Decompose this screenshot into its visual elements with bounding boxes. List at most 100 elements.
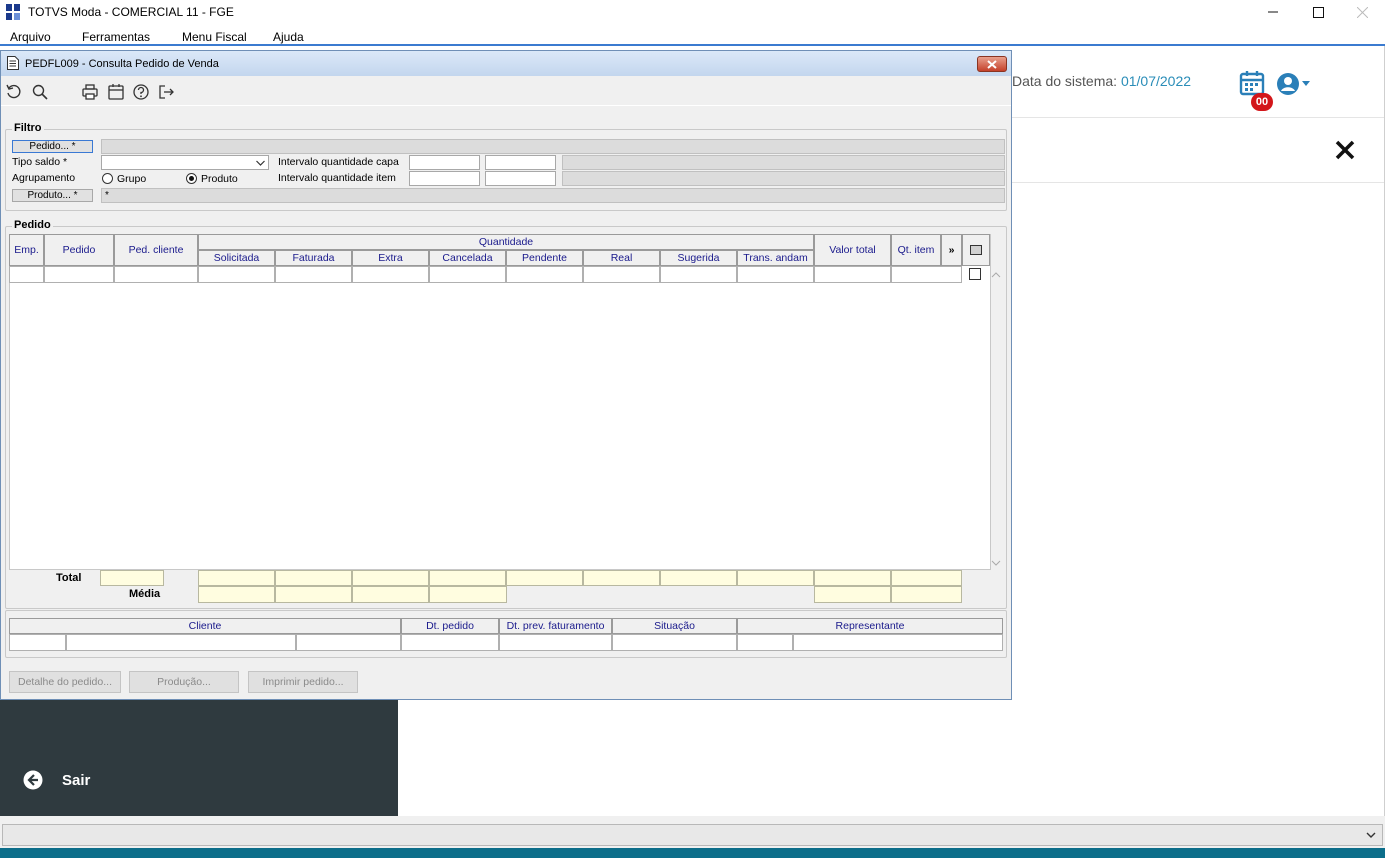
table-cell[interactable] [114, 266, 198, 283]
col-real[interactable]: Real [583, 250, 660, 266]
chevron-down-icon[interactable] [1302, 81, 1310, 86]
total-pendente [506, 570, 583, 586]
menu-ferramentas[interactable]: Ferramentas [82, 30, 150, 44]
close-panel-icon[interactable] [1333, 138, 1357, 162]
table-cell[interactable] [275, 266, 352, 283]
print-icon[interactable] [81, 83, 99, 101]
intervalo-item-max-input[interactable] [485, 171, 556, 186]
refresh-icon[interactable] [5, 83, 23, 101]
col-situacao: Situação [612, 618, 737, 634]
table-cell[interactable] [583, 266, 660, 283]
table-cell[interactable] [429, 266, 506, 283]
minimize-icon [1268, 11, 1278, 13]
total-trans-andam [737, 570, 814, 586]
radio-grupo[interactable] [102, 173, 113, 184]
menu-arquivo[interactable]: Arquivo [10, 30, 51, 44]
dialog-title: PEDFL009 - Consulta Pedido de Venda [25, 58, 219, 70]
col-trans-andam[interactable]: Trans. andam [737, 250, 814, 266]
exit-icon[interactable] [157, 83, 175, 101]
intervalo-capa-max-input[interactable] [485, 155, 556, 170]
menu-ajuda[interactable]: Ajuda [273, 30, 304, 44]
radio-produto-label[interactable]: Produto [201, 173, 238, 185]
sair-button[interactable]: Sair [62, 772, 90, 789]
select-all-header[interactable] [962, 234, 990, 266]
intervalo-item-label: Intervalo quantidade item [278, 172, 396, 184]
table-cell[interactable] [506, 266, 583, 283]
total-label: Total [56, 572, 82, 584]
system-date-label: Data do sistema: [1012, 73, 1118, 89]
col-ped-cliente[interactable]: Ped. cliente [114, 234, 198, 266]
col-valor-total[interactable]: Valor total [814, 234, 891, 266]
close-window-button[interactable] [1339, 0, 1385, 24]
col-solicitada[interactable]: Solicitada [198, 250, 275, 266]
arrow-left-circle-icon[interactable] [23, 770, 43, 790]
pedido-title: Pedido [12, 219, 53, 231]
media-qt-item [891, 586, 962, 603]
col-emp[interactable]: Emp. [9, 234, 44, 266]
bottom-combo[interactable] [2, 824, 1383, 846]
table-cell[interactable] [9, 266, 44, 283]
menu-fiscal[interactable]: Menu Fiscal [182, 30, 247, 44]
row-checkbox[interactable] [969, 268, 981, 280]
intervalo-capa-min-input[interactable] [409, 155, 480, 170]
total-real [583, 570, 660, 586]
table-cell[interactable] [352, 266, 429, 283]
media-label: Média [129, 588, 161, 600]
radio-produto[interactable] [186, 173, 197, 184]
more-columns-button[interactable]: » [941, 234, 962, 266]
dialog-close-button[interactable] [977, 56, 1007, 72]
producao-button[interactable]: Produção... [129, 671, 239, 693]
pedido-field[interactable] [101, 139, 1005, 154]
media-solicitada [198, 586, 275, 603]
scroll-up-icon[interactable] [991, 271, 1001, 279]
representante-code [737, 634, 793, 651]
chevron-down-icon [1366, 832, 1376, 838]
table-cell[interactable] [44, 266, 114, 283]
col-dt-prev-faturamento: Dt. prev. faturamento [499, 618, 612, 634]
col-pedido[interactable]: Pedido [44, 234, 114, 266]
produto-lookup-button[interactable]: Produto... * [12, 189, 93, 202]
col-qt-item[interactable]: Qt. item [891, 234, 941, 266]
scroll-down-icon[interactable] [991, 559, 1001, 567]
detalhe-pedido-button[interactable]: Detalhe do pedido... [9, 671, 121, 693]
filtro-title: Filtro [12, 122, 44, 134]
radio-grupo-label[interactable]: Grupo [117, 173, 146, 185]
pedido-lookup-button[interactable]: Pedido... * [12, 140, 93, 153]
intervalo-item-desc [562, 171, 1005, 186]
tipo-saldo-select[interactable] [101, 155, 269, 170]
total-valor [814, 570, 891, 586]
pedido-grid[interactable] [9, 234, 991, 570]
col-sugerida[interactable]: Sugerida [660, 250, 737, 266]
col-extra[interactable]: Extra [352, 250, 429, 266]
col-representante: Representante [737, 618, 1003, 634]
background-divider [1012, 182, 1385, 183]
col-faturada[interactable]: Faturada [275, 250, 352, 266]
produto-field[interactable]: * [101, 188, 1005, 203]
help-icon[interactable] [132, 83, 150, 101]
user-avatar-icon[interactable] [1276, 72, 1300, 96]
table-cell[interactable] [198, 266, 275, 283]
total-solicitada [198, 570, 275, 586]
table-cell[interactable] [737, 266, 814, 283]
close-icon [987, 59, 997, 69]
table-cell[interactable] [814, 266, 891, 283]
app-logo-icon [6, 4, 20, 20]
cliente-extra [296, 634, 401, 651]
search-icon[interactable] [31, 83, 49, 101]
representante-name [793, 634, 1003, 651]
minimize-button[interactable] [1250, 0, 1296, 24]
dt-pedido-value [401, 634, 499, 651]
total-qt-item [891, 570, 962, 586]
calendar-icon[interactable] [107, 83, 125, 101]
media-cancelada [429, 586, 507, 603]
imprimir-pedido-button[interactable]: Imprimir pedido... [248, 671, 358, 693]
media-faturada [275, 586, 352, 603]
intervalo-item-min-input[interactable] [409, 171, 480, 186]
col-cancelada[interactable]: Cancelada [429, 250, 506, 266]
taskbar-strip [0, 848, 1385, 858]
col-pendente[interactable]: Pendente [506, 250, 583, 266]
media-valor [814, 586, 891, 603]
maximize-button[interactable] [1295, 0, 1341, 24]
table-cell[interactable] [660, 266, 737, 283]
table-cell[interactable] [891, 266, 962, 283]
